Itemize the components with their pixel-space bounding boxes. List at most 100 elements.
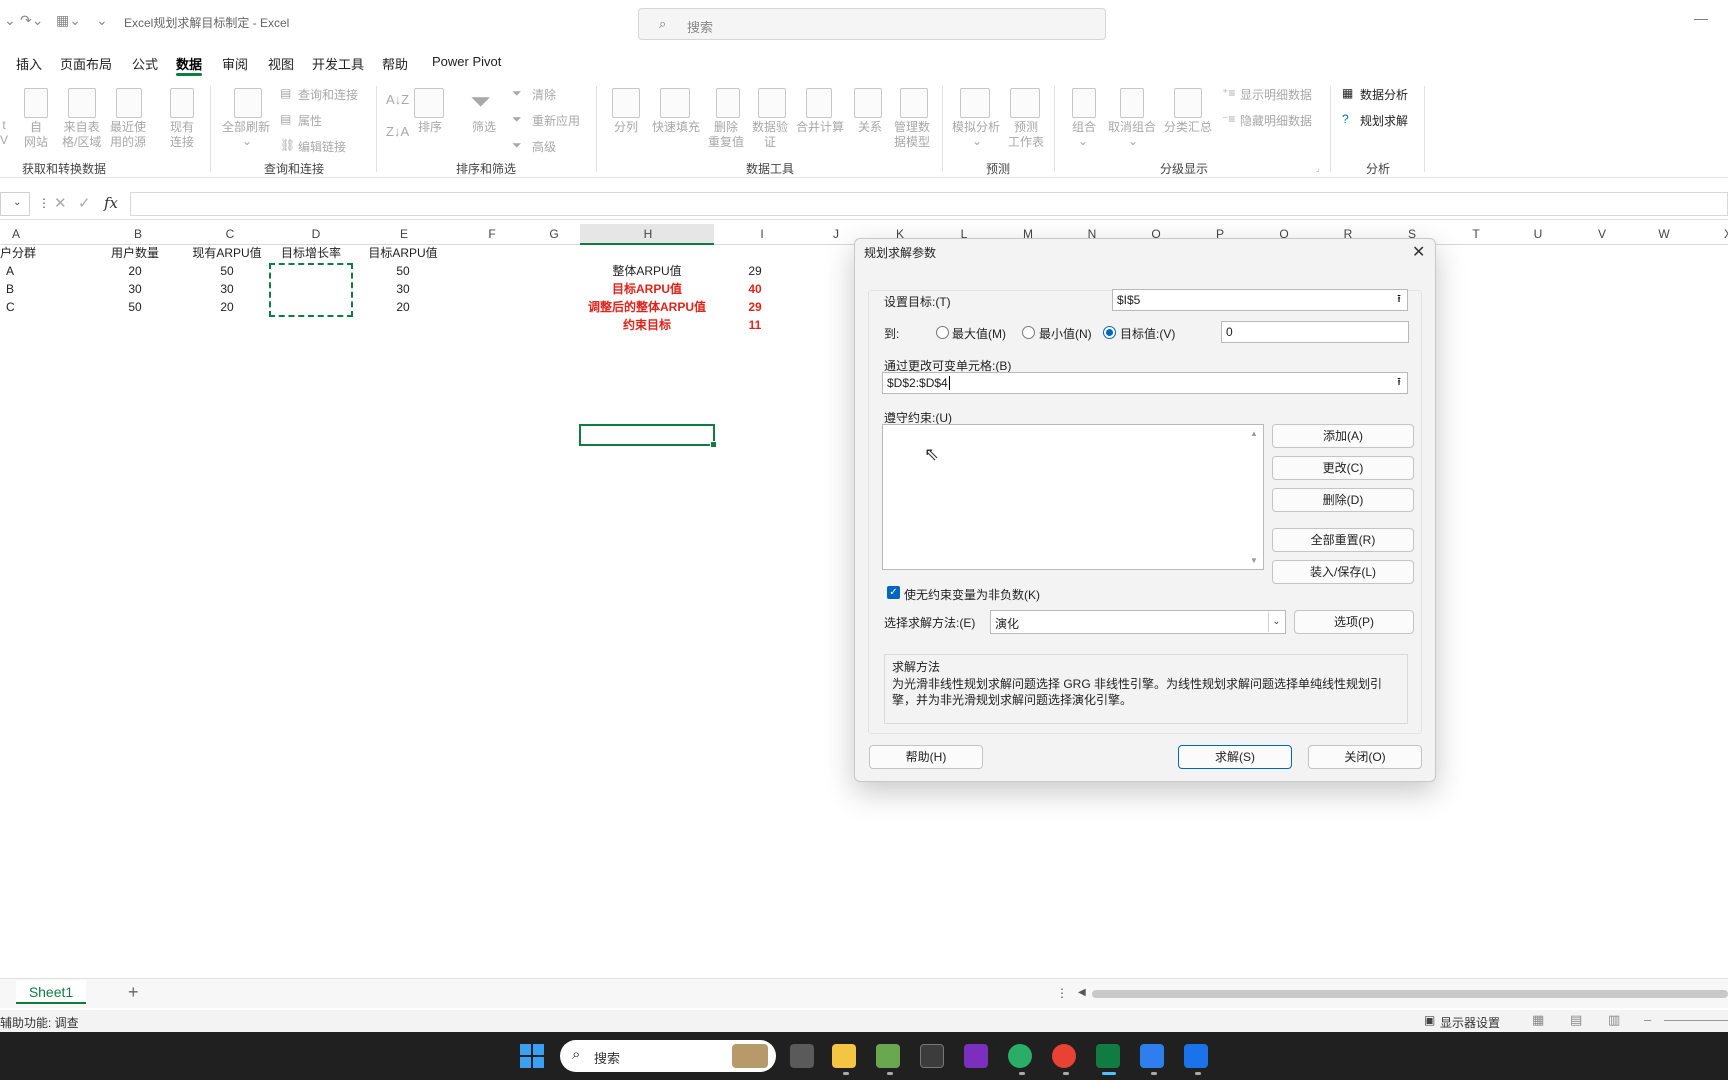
column-header-t[interactable]: T <box>1466 227 1486 241</box>
flash-fill-button[interactable]: 快速填充 <box>652 120 700 135</box>
show-detail-button[interactable]: 显示明细数据 <box>1240 86 1312 103</box>
enter-formula-icon[interactable]: ✓ <box>78 194 91 212</box>
name-box[interactable]: ⌄ <box>0 192 30 216</box>
wechat-icon[interactable] <box>1008 1044 1032 1068</box>
taskbar-search[interactable]: ⌕ 搜索 <box>560 1040 776 1072</box>
column-header-j[interactable]: J <box>826 227 846 241</box>
more-options-icon[interactable]: ⋮ <box>38 196 50 210</box>
customize-qat-icon[interactable]: ⌄ <box>96 12 108 29</box>
scroll-up-icon[interactable]: ▲ <box>1250 429 1258 438</box>
cell-h3[interactable]: 目标ARPU值 <box>580 280 714 298</box>
objective-input[interactable]: $I$5 <box>1112 289 1408 311</box>
tab-developer[interactable]: 开发工具 <box>312 54 364 73</box>
sheet-tab-sheet1[interactable]: Sheet1 <box>16 980 86 1004</box>
recent-sources-button[interactable]: 最近使 用的源 <box>110 120 146 150</box>
column-header-c[interactable]: C <box>220 227 240 241</box>
cell-h4[interactable]: 调整后的整体ARPU值 <box>580 298 714 316</box>
reapply-button[interactable]: 重新应用 <box>532 112 580 129</box>
notepad-app-icon[interactable] <box>876 1044 900 1068</box>
changing-cells-input[interactable]: $D$2:$D$4 <box>882 372 1408 394</box>
properties-button[interactable]: 属性 <box>298 112 322 129</box>
radio-max-label[interactable]: 最大值(M) <box>952 325 1006 342</box>
accessibility-status[interactable]: 辅助功能: 调查 <box>0 1014 79 1031</box>
scroll-left-icon[interactable]: ◀ <box>1078 987 1086 998</box>
windows-start-icon[interactable] <box>520 1044 544 1068</box>
delete-constraint-button[interactable]: 删除(D) <box>1272 488 1414 512</box>
cell-a1[interactable]: 户分群 <box>0 244 36 262</box>
what-if-button[interactable]: 模拟分析 <box>952 120 1000 135</box>
scroll-down-icon[interactable]: ▼ <box>1250 556 1258 565</box>
cell-b3[interactable]: 30 <box>90 280 180 298</box>
tab-review[interactable]: 审阅 <box>222 54 248 73</box>
close-icon[interactable]: ✕ <box>1412 242 1425 262</box>
column-header-h[interactable]: H <box>638 227 658 241</box>
radio-value-of[interactable] <box>1103 326 1116 339</box>
task-view-icon[interactable] <box>790 1044 814 1068</box>
cell-a3[interactable]: B <box>6 280 14 298</box>
display-settings-button[interactable]: 显示器设置 <box>1440 1014 1500 1031</box>
clear-button[interactable]: 清除 <box>532 86 556 103</box>
column-header-b[interactable]: B <box>128 227 148 241</box>
cell-b1[interactable]: 用户数量 <box>90 244 180 262</box>
relationships-button[interactable]: 关系 <box>858 120 882 135</box>
column-header-w[interactable]: W <box>1654 227 1674 241</box>
cell-c1[interactable]: 现有ARPU值 <box>182 244 272 262</box>
cell-h2[interactable]: 整体ARPU值 <box>580 262 714 280</box>
cancel-formula-icon[interactable]: ✕ <box>54 194 67 212</box>
normal-view-icon[interactable]: ▦ <box>1532 1012 1544 1028</box>
column-header-f[interactable]: F <box>482 227 502 241</box>
hide-detail-button[interactable]: 隐藏明细数据 <box>1240 112 1312 129</box>
cell-a2[interactable]: A <box>6 262 14 280</box>
more-options-icon[interactable]: ⋮ <box>1056 986 1068 1000</box>
refresh-dropdown-icon[interactable]: ⌄ <box>242 134 252 149</box>
solve-button[interactable]: 求解(S) <box>1178 745 1292 769</box>
zoom-slider[interactable] <box>1664 1020 1728 1021</box>
target-value-input[interactable]: 0 <box>1221 321 1409 343</box>
data-analysis-button[interactable]: 数据分析 <box>1360 86 1408 103</box>
cell-i3[interactable]: 40 <box>740 280 770 298</box>
data-validation-button[interactable]: 数据验 证 <box>752 120 788 150</box>
from-web-button[interactable]: 自 网站 <box>24 120 48 150</box>
remove-duplicates-button[interactable]: 删除 重复值 <box>708 120 744 150</box>
add-sheet-icon[interactable]: + <box>128 982 139 1003</box>
cell-e2[interactable]: 50 <box>358 262 448 280</box>
solver-button[interactable]: 规划求解 <box>1360 112 1408 129</box>
cell-e3[interactable]: 30 <box>358 280 448 298</box>
name-box-dropdown-icon[interactable]: ⌄ <box>13 197 21 208</box>
text-to-columns-button[interactable]: 分列 <box>614 120 638 135</box>
ribbon-partial-button-label[interactable]: t V <box>0 118 8 148</box>
outline-dialog-launcher-icon[interactable]: ⌟ <box>1316 164 1320 173</box>
file-explorer-icon[interactable] <box>832 1044 856 1068</box>
queries-connections-button[interactable]: 查询和连接 <box>298 86 358 103</box>
nonnegative-label[interactable]: 使无约束变量为非负数(K) <box>904 586 1040 603</box>
tab-page-layout[interactable]: 页面布局 <box>60 54 112 73</box>
data-model-button[interactable]: 管理数 据模型 <box>894 120 930 150</box>
horizontal-scrollbar[interactable] <box>1092 990 1728 998</box>
column-header-v[interactable]: V <box>1592 227 1612 241</box>
cell-i5[interactable]: 11 <box>740 316 770 334</box>
cell-c2[interactable]: 50 <box>182 262 272 280</box>
solving-method-select[interactable]: 演化 <box>990 610 1286 634</box>
cell-i4[interactable]: 29 <box>740 298 770 316</box>
nonnegative-checkbox[interactable]: ✓ <box>887 586 900 599</box>
terminal-icon[interactable] <box>920 1044 944 1068</box>
minimize-icon[interactable]: — <box>1694 10 1708 26</box>
radio-max[interactable] <box>936 326 949 339</box>
options-button[interactable]: 选项(P) <box>1294 610 1414 634</box>
advanced-button[interactable]: 高级 <box>532 138 556 155</box>
filter-button[interactable]: 筛选 <box>472 120 496 135</box>
meeting-app-icon[interactable] <box>1184 1044 1208 1068</box>
page-layout-view-icon[interactable]: ▤ <box>1570 1012 1582 1028</box>
close-button[interactable]: 关闭(O) <box>1308 745 1422 769</box>
radio-min[interactable] <box>1022 326 1035 339</box>
help-button[interactable]: 帮助(H) <box>869 745 983 769</box>
undo-arrow-icon[interactable]: ⌄ <box>4 12 16 29</box>
sort-ascending-icon[interactable]: A↓Z <box>386 92 409 107</box>
insert-function-icon[interactable]: fx <box>104 194 118 212</box>
column-header-d[interactable]: D <box>306 227 326 241</box>
radio-min-label[interactable]: 最小值(N) <box>1039 325 1092 342</box>
tab-help[interactable]: 帮助 <box>382 54 408 73</box>
cell-i2[interactable]: 29 <box>740 262 770 280</box>
tab-view[interactable]: 视图 <box>268 54 294 73</box>
constraints-list[interactable] <box>882 424 1264 570</box>
